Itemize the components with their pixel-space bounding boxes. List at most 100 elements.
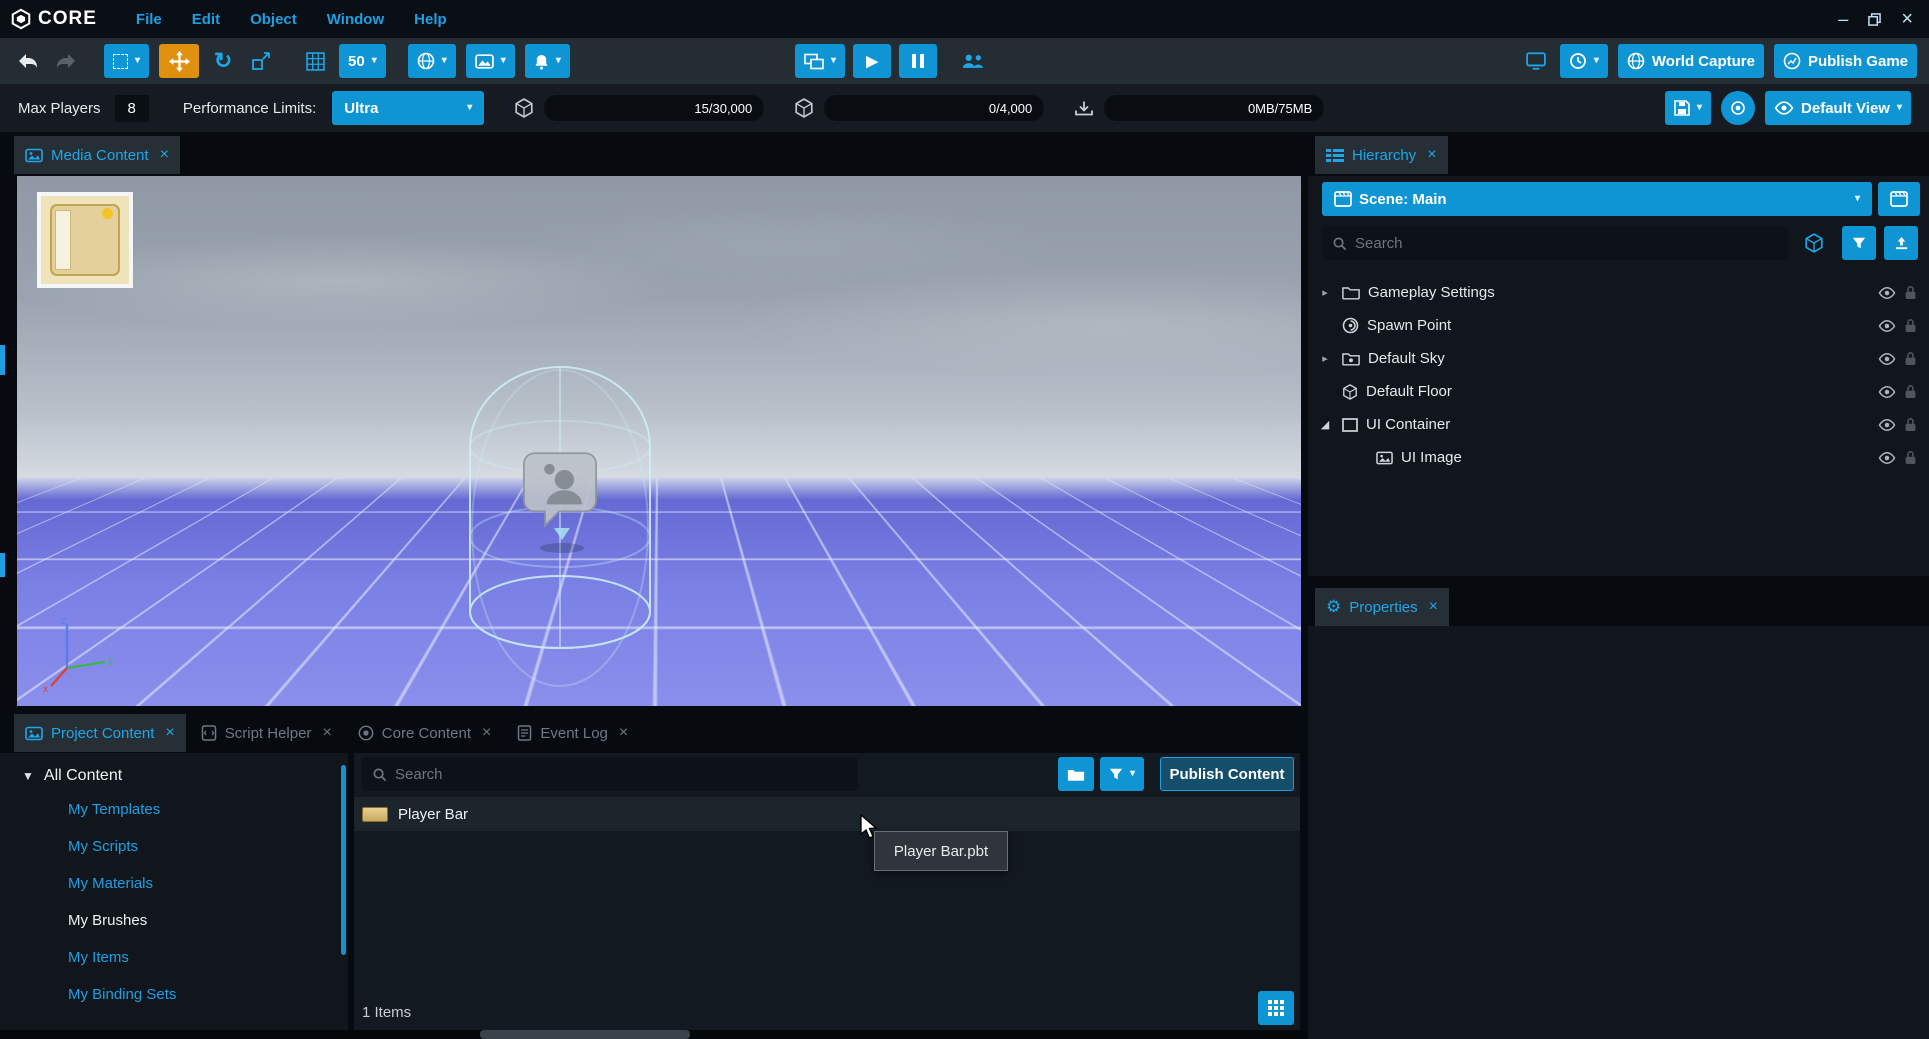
restore-button[interactable]: [1868, 13, 1881, 26]
hierarchy-row-default-floor[interactable]: Default Floor: [1308, 375, 1929, 408]
lock-icon[interactable]: [1904, 351, 1917, 366]
filter-dropdown[interactable]: ▾: [1100, 757, 1144, 791]
tab-properties[interactable]: ⚙ Properties ×: [1315, 588, 1449, 626]
save-dropdown[interactable]: ▾: [1665, 91, 1711, 125]
expander-collapsed-icon[interactable]: ▸: [1316, 286, 1334, 299]
rotate-tool-icon[interactable]: ↻: [209, 44, 237, 78]
move-tool-button[interactable]: [159, 44, 199, 78]
menu-window[interactable]: Window: [312, 11, 399, 28]
close-tab-icon[interactable]: ×: [1429, 598, 1438, 616]
snap-grid-icon[interactable]: [301, 44, 329, 78]
sidebar-item-my-items[interactable]: My Items: [0, 939, 348, 976]
notifications-dropdown[interactable]: ▾: [525, 44, 570, 78]
lock-icon[interactable]: [1904, 285, 1917, 300]
menu-object[interactable]: Object: [235, 11, 312, 28]
scene-viewport[interactable]: z y x: [17, 176, 1301, 706]
max-players-value[interactable]: 8: [115, 95, 149, 122]
multiplayer-test-icon[interactable]: [959, 44, 987, 78]
close-button[interactable]: ×: [1901, 8, 1913, 31]
hierarchy-search[interactable]: [1322, 226, 1788, 260]
expander-collapsed-icon[interactable]: ▸: [1316, 352, 1334, 365]
focus-target-button[interactable]: [1721, 91, 1755, 125]
sidebar-scrollbar[interactable]: [341, 765, 346, 955]
close-tab-icon[interactable]: ×: [322, 724, 331, 742]
hierarchy-row-default-sky[interactable]: ▸ Default Sky: [1308, 342, 1929, 375]
pause-button[interactable]: [899, 44, 937, 78]
world-capture-button[interactable]: World Capture: [1618, 44, 1764, 78]
frame-object-icon[interactable]: [1800, 226, 1828, 260]
world-space-dropdown[interactable]: ▾: [408, 44, 456, 78]
tab-core-content[interactable]: Core Content ×: [347, 714, 503, 752]
hierarchy-item-label[interactable]: Default Floor: [1366, 383, 1870, 400]
redo-icon[interactable]: [52, 44, 80, 78]
menu-help[interactable]: Help: [399, 11, 462, 28]
hierarchy-item-label[interactable]: Default Sky: [1368, 350, 1870, 367]
hierarchy-row-ui-image[interactable]: UI Image: [1308, 441, 1929, 474]
scene-selector-dropdown[interactable]: Scene: Main ▾: [1322, 182, 1872, 216]
close-tab-icon[interactable]: ×: [482, 724, 491, 742]
tab-event-log[interactable]: Event Log ×: [506, 714, 639, 752]
scrollbar-thumb[interactable]: [480, 1030, 690, 1039]
visibility-eye-icon[interactable]: [1878, 287, 1896, 299]
menu-file[interactable]: File: [121, 11, 177, 28]
sidebar-item-my-brushes[interactable]: My Brushes: [0, 902, 348, 939]
project-search-input[interactable]: [395, 766, 848, 783]
snap-size-dropdown[interactable]: 50▾: [339, 44, 386, 78]
project-search[interactable]: [362, 757, 858, 791]
expand-triangle-icon[interactable]: ▼: [22, 769, 34, 783]
sidebar-item-my-materials[interactable]: My Materials: [0, 865, 348, 902]
new-folder-button[interactable]: [1058, 757, 1094, 791]
hierarchy-filter-button[interactable]: [1842, 226, 1876, 260]
sidebar-item-my-templates[interactable]: My Templates: [0, 791, 348, 828]
device-preview-icon[interactable]: [1522, 44, 1550, 78]
visibility-eye-icon[interactable]: [1878, 452, 1896, 464]
expander-expanded-icon[interactable]: ◢: [1316, 418, 1334, 431]
close-tab-icon[interactable]: ×: [160, 146, 169, 164]
play-button[interactable]: ▶: [853, 44, 891, 78]
tab-project-content[interactable]: Project Content ×: [14, 714, 186, 752]
tab-hierarchy[interactable]: Hierarchy ×: [1315, 136, 1448, 174]
minimize-button[interactable]: –: [1838, 9, 1848, 30]
close-tab-icon[interactable]: ×: [165, 724, 174, 742]
lock-icon[interactable]: [1904, 318, 1917, 333]
lock-icon[interactable]: [1904, 417, 1917, 432]
lock-icon[interactable]: [1904, 384, 1917, 399]
sidebar-item-all-content[interactable]: ▼ All Content: [0, 753, 348, 791]
undo-icon[interactable]: [14, 44, 42, 78]
scale-tool-icon[interactable]: [247, 44, 275, 78]
sidebar-item-my-scripts[interactable]: My Scripts: [0, 828, 348, 865]
hierarchy-row-spawn-point[interactable]: Spawn Point: [1308, 309, 1929, 342]
publish-game-button[interactable]: Publish Game: [1774, 44, 1917, 78]
hierarchy-item-label[interactable]: UI Image: [1401, 449, 1870, 466]
capture-settings-dropdown[interactable]: ▾: [1560, 44, 1608, 78]
scene-manager-button[interactable]: [1878, 182, 1920, 216]
preview-mode-dropdown[interactable]: ▾: [795, 44, 845, 78]
export-template-button[interactable]: [1884, 226, 1918, 260]
screenshot-dropdown[interactable]: ▾: [466, 44, 515, 78]
default-view-dropdown[interactable]: Default View▾: [1765, 91, 1911, 125]
publish-content-button[interactable]: Publish Content: [1160, 757, 1294, 791]
visibility-eye-icon[interactable]: [1878, 353, 1896, 365]
select-tool-dropdown[interactable]: ▾: [104, 44, 149, 78]
spawn-point-icon[interactable]: [516, 448, 604, 536]
hierarchy-item-label[interactable]: Gameplay Settings: [1368, 284, 1870, 301]
asset-list-item[interactable]: Player Bar: [354, 797, 1300, 831]
grid-view-button[interactable]: [1258, 991, 1294, 1025]
performance-limits-dropdown[interactable]: Ultra▾: [332, 91, 484, 125]
visibility-eye-icon[interactable]: [1878, 386, 1896, 398]
menu-edit[interactable]: Edit: [177, 11, 235, 28]
hierarchy-row-ui-container[interactable]: ◢ UI Container: [1308, 408, 1929, 441]
visibility-eye-icon[interactable]: [1878, 320, 1896, 332]
close-tab-icon[interactable]: ×: [619, 724, 628, 742]
hierarchy-item-label[interactable]: UI Container: [1366, 416, 1870, 433]
tab-media-content[interactable]: Media Content ×: [14, 136, 180, 174]
hierarchy-row-gameplay-settings[interactable]: ▸ Gameplay Settings: [1308, 276, 1929, 309]
lock-icon[interactable]: [1904, 450, 1917, 465]
close-tab-icon[interactable]: ×: [1427, 146, 1436, 164]
tab-script-helper[interactable]: Script Helper ×: [190, 714, 343, 752]
visibility-eye-icon[interactable]: [1878, 419, 1896, 431]
hierarchy-item-label[interactable]: Spawn Point: [1367, 317, 1870, 334]
horizontal-scrollbar[interactable]: [0, 1030, 1308, 1039]
sidebar-item-my-binding-sets[interactable]: My Binding Sets: [0, 976, 348, 1013]
hierarchy-search-input[interactable]: [1355, 235, 1778, 252]
